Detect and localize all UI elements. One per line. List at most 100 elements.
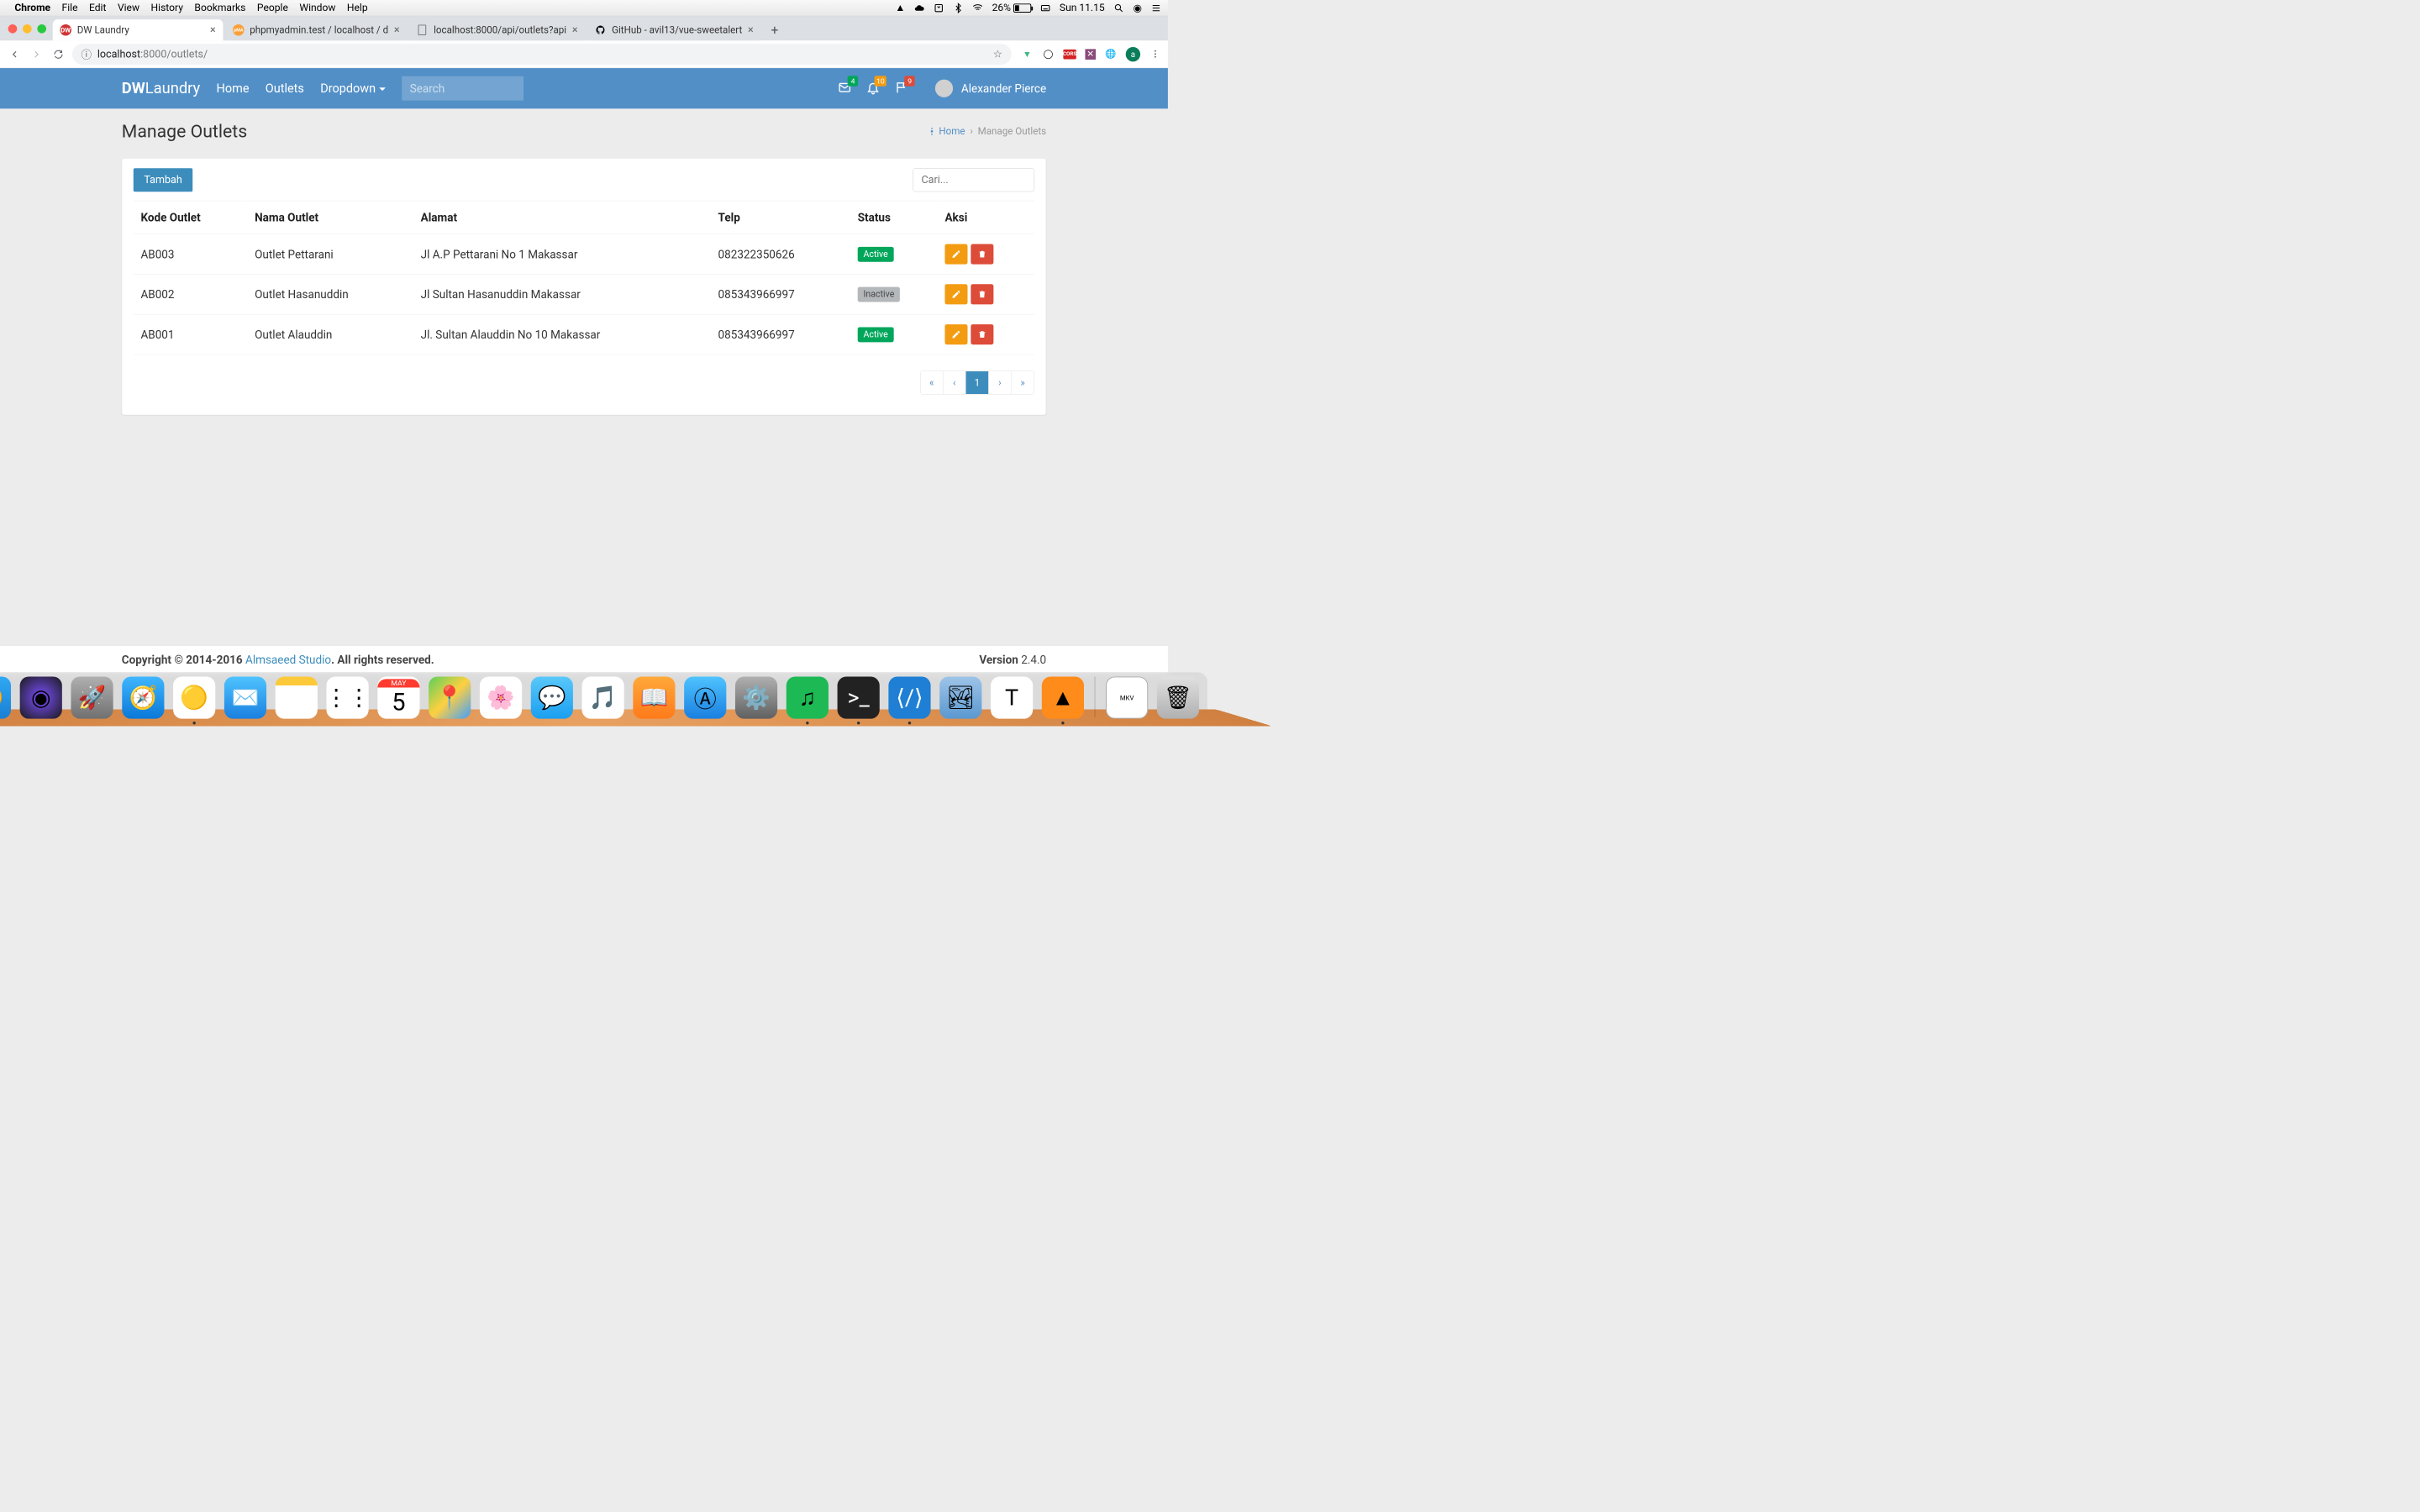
globe-icon[interactable]: 🌐 [1105,48,1117,60]
delete-button[interactable] [971,244,993,265]
breadcrumb-current: Manage Outlets [978,126,1046,138]
edit-button[interactable] [944,244,967,265]
page-next[interactable]: › [989,371,1012,394]
edit-button[interactable] [944,324,967,344]
nav-dropdown[interactable]: Dropdown [320,81,386,96]
menubar-app[interactable]: Chrome [14,2,50,13]
dock-spotify[interactable]: ♫ [786,676,829,718]
tray-box-icon[interactable] [934,3,944,13]
outlets-panel: Tambah Kode Outlet Nama Outlet Alamat Te… [122,158,1046,415]
menu-window[interactable]: Window [299,2,335,13]
bell-icon[interactable]: 10 [866,81,880,96]
page-last[interactable]: » [1012,371,1034,394]
dock-finder[interactable]: 😀 [0,676,11,718]
dock-mail[interactable]: ✉️ [224,676,266,718]
cors-extension-icon[interactable]: CORS [1063,50,1076,60]
tab-1[interactable]: DW DW Laundry × [53,19,224,40]
user-menu[interactable]: Alexander Pierce [935,80,1046,97]
edit-button[interactable] [944,284,967,304]
dock-messages[interactable]: 💬 [531,676,573,718]
vlc-tray-icon[interactable]: ▲ [895,2,905,13]
dock-launchpad[interactable]: 🚀 [71,676,113,718]
address-bar[interactable]: ⓘ localhost:8000/outlets/ ☆ [72,44,1012,65]
dock-appstore[interactable]: Ⓐ [684,676,726,718]
dock-maps[interactable]: 📍 [429,676,471,718]
navbar-search-input[interactable] [402,76,523,101]
brand-logo[interactable]: DWLaundry [122,80,200,97]
close-window[interactable] [8,24,18,34]
tambah-button[interactable]: Tambah [134,168,193,192]
minimize-window[interactable] [23,24,32,34]
dock-reminders[interactable]: ⋮⋮ [326,676,368,718]
cell-status: Active [850,314,938,354]
cloud-icon[interactable] [914,3,925,13]
tab-4[interactable]: GitHub - avil13/vue-sweetalert × [587,19,760,40]
dock-preview[interactable]: 🏞 [939,676,981,718]
star-icon[interactable]: ☆ [993,48,1002,60]
reload-button[interactable] [50,46,66,62]
menu-people[interactable]: People [257,2,288,13]
dock-terminal[interactable]: >_ [838,676,880,718]
nav-home[interactable]: Home [217,81,250,96]
spotlight-icon[interactable] [1113,3,1124,13]
delete-button[interactable] [971,284,993,304]
dock-textedit[interactable]: T [991,676,1033,718]
dock-siri[interactable]: ◉ [20,676,62,718]
vue-devtools-icon[interactable]: ▼ [1021,48,1033,60]
dock-vscode[interactable]: ⟨/⟩ [888,676,930,718]
page-prev[interactable]: ‹ [944,371,966,394]
bluetooth-icon[interactable] [953,3,964,13]
menu-file[interactable]: File [62,2,78,13]
close-tab-icon[interactable]: × [394,24,400,35]
battery-indicator[interactable]: 26% [992,2,1032,13]
tab-3[interactable]: localhost:8000/api/outlets?api × [409,19,585,40]
notification-center-icon[interactable] [1151,3,1162,13]
menu-edit[interactable]: Edit [89,2,106,13]
window-controls [8,24,46,34]
back-button[interactable] [7,46,23,62]
clock[interactable]: Sun 11.15 [1060,2,1105,13]
extension-box-icon[interactable]: ✕ [1085,49,1096,60]
th-alamat: Alamat [413,201,711,234]
close-tab-icon[interactable]: × [748,24,754,35]
menu-history[interactable]: History [151,2,183,13]
tab-title: phpmyadmin.test / localhost / d [250,24,388,36]
wifi-icon[interactable] [972,3,983,13]
dock-photos[interactable]: 🌸 [480,676,522,718]
menu-bookmarks[interactable]: Bookmarks [194,2,245,13]
footer-studio-link[interactable]: Almsaeed Studio [245,653,331,666]
dock-notes[interactable] [276,676,318,718]
maximize-window[interactable] [37,24,46,34]
mail-icon[interactable]: 4 [838,81,851,96]
menu-view[interactable]: View [118,2,139,13]
breadcrumb-home[interactable]: Home [928,126,965,138]
close-tab-icon[interactable]: × [210,24,216,35]
menu-help[interactable]: Help [347,2,368,13]
new-tab-button[interactable]: + [767,23,781,37]
profile-avatar[interactable]: a [1126,47,1140,61]
tab-2[interactable]: pMA phpmyadmin.test / localhost / d × [225,19,407,40]
keyboard-icon[interactable] [1040,3,1051,13]
page-first[interactable]: « [921,371,944,394]
outlets-table: Kode Outlet Nama Outlet Alamat Telp Stat… [134,201,1034,354]
dock-ibooks[interactable]: 📖 [633,676,675,718]
dock-itunes[interactable]: 🎵 [582,676,624,718]
page-1[interactable]: 1 [966,371,989,394]
chrome-menu-icon[interactable]: ⋮ [1150,48,1161,60]
extension-circle-icon[interactable]: ◯ [1042,48,1054,60]
site-info-icon[interactable]: ⓘ [82,46,92,61]
delete-button[interactable] [971,324,993,344]
dock-file[interactable]: MKV [1106,676,1148,718]
siri-tray-icon[interactable]: ◉ [1133,2,1142,13]
dock-chrome[interactable]: 🟡 [173,676,215,718]
dock-calendar[interactable]: MAY5 [377,676,419,718]
dock-settings[interactable]: ⚙️ [735,676,777,718]
dock-trash[interactable]: 🗑 [1157,676,1199,718]
cari-input[interactable] [913,168,1034,192]
nav-outlets[interactable]: Outlets [266,81,304,96]
forward-button[interactable] [29,46,45,62]
dock-safari[interactable]: 🧭 [122,676,164,718]
dock-vlc[interactable]: ▲ [1042,676,1084,718]
flag-icon[interactable]: 9 [895,81,908,96]
close-tab-icon[interactable]: × [572,24,578,35]
